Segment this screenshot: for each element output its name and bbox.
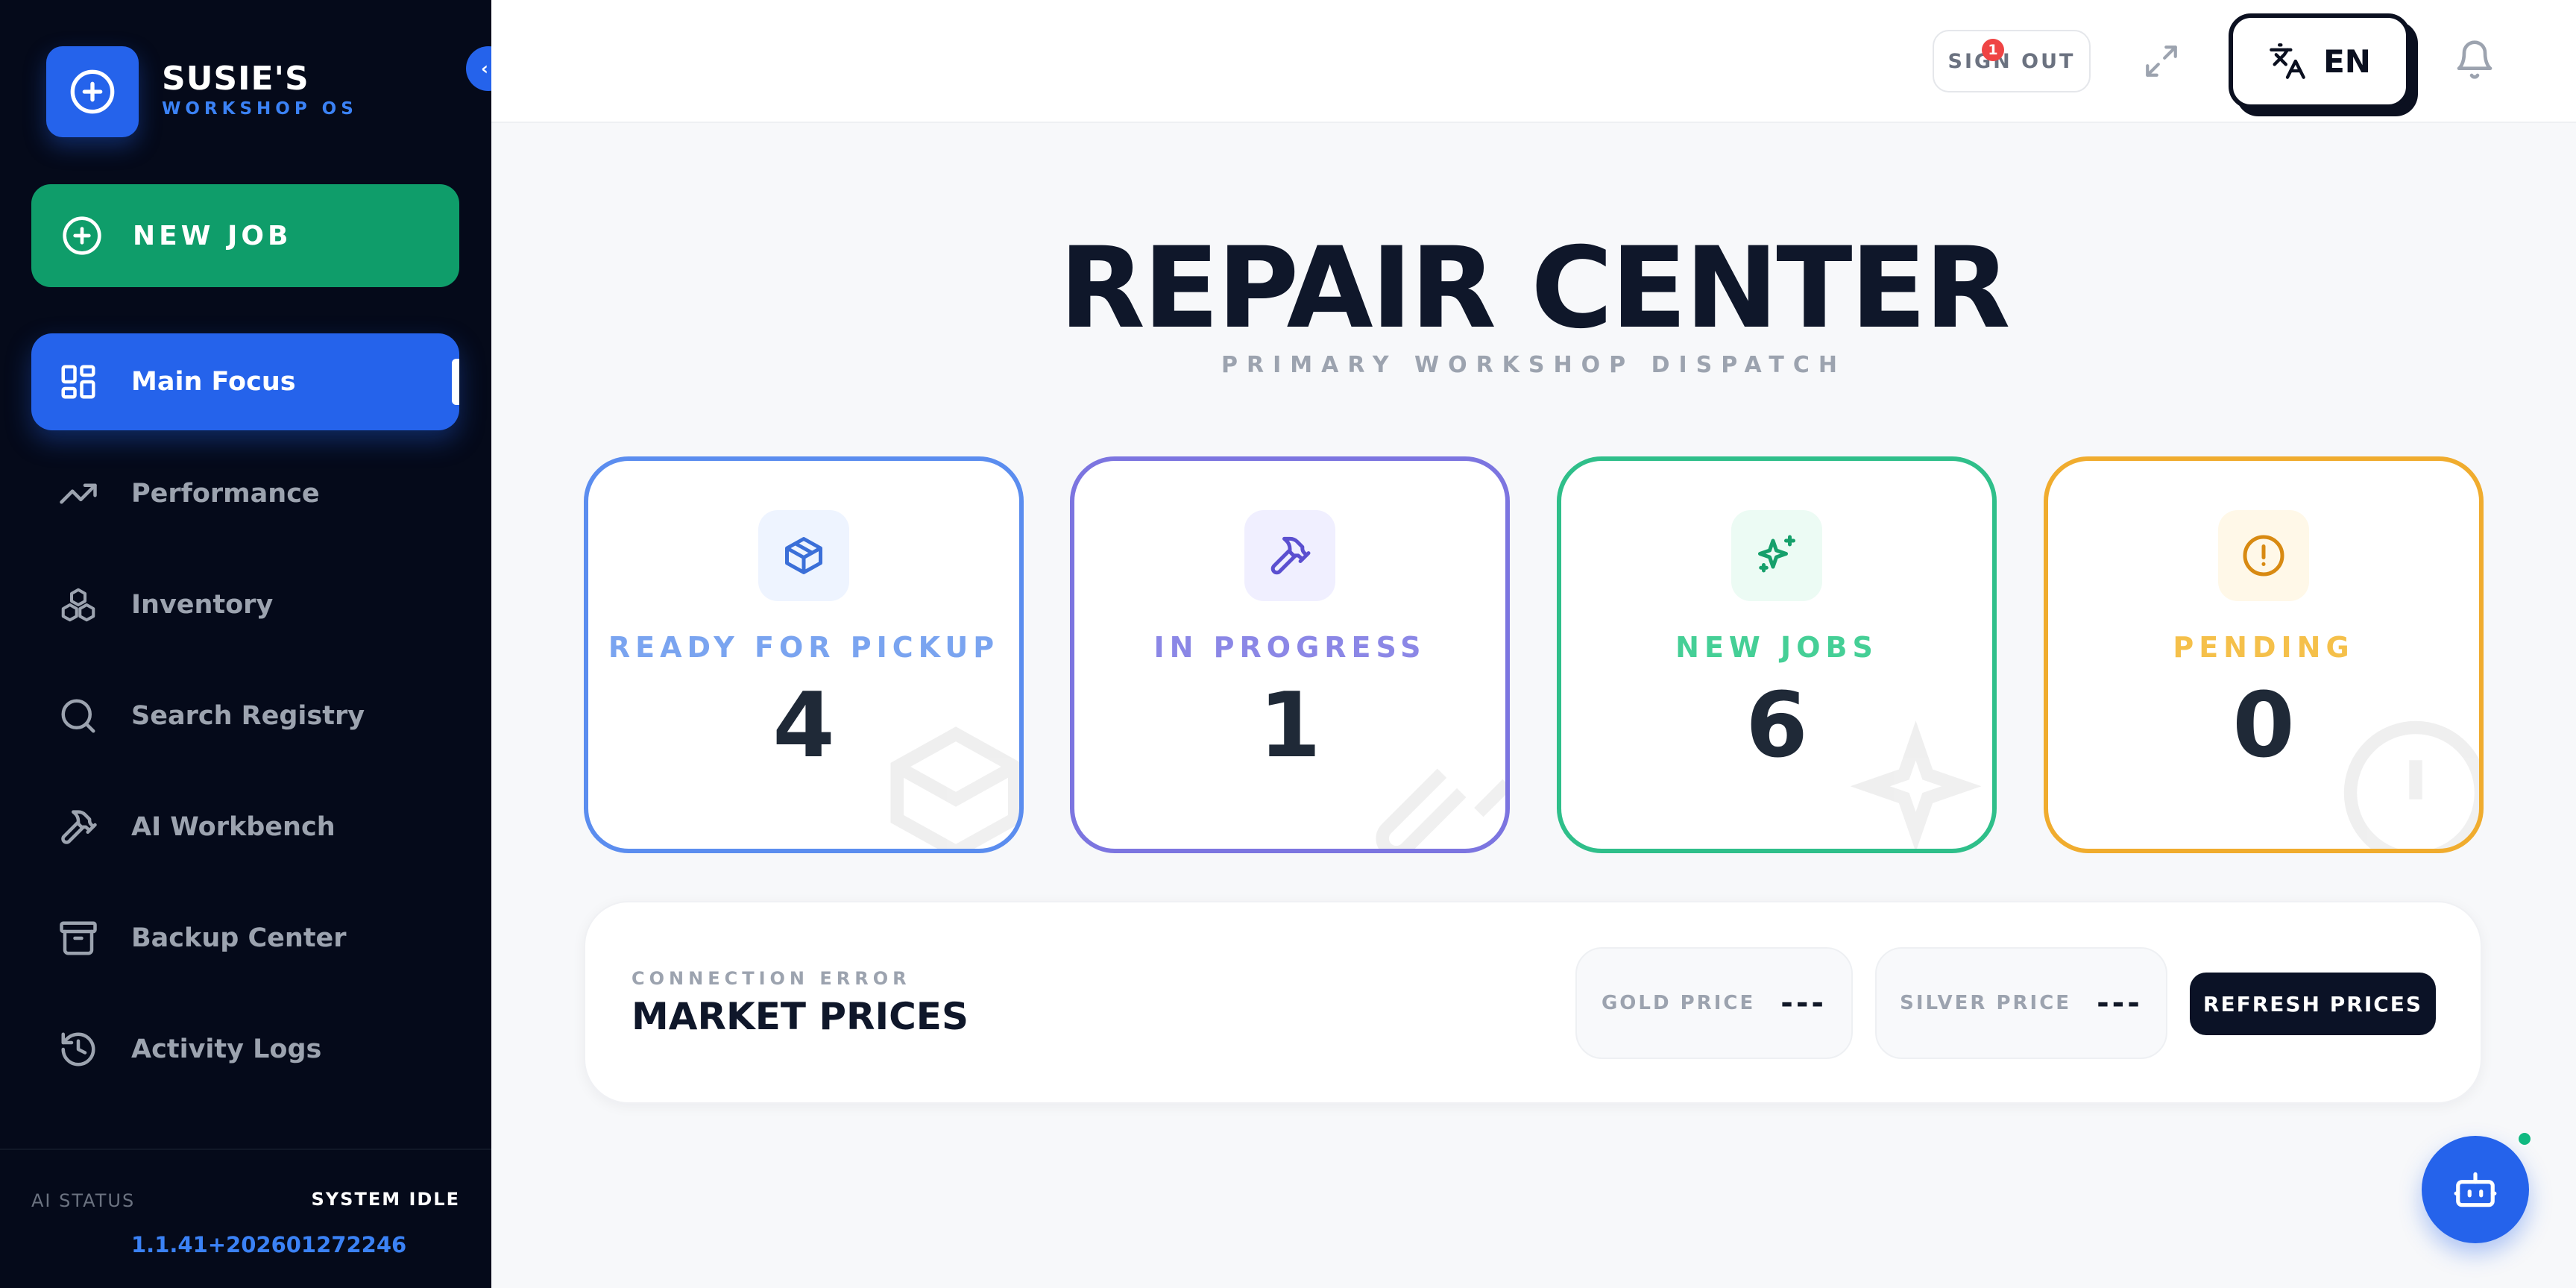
card-label: NEW JOBS [1675,631,1878,664]
chevron-left-icon: ‹ [481,58,488,79]
sidebar-item-label: Search Registry [131,701,365,731]
hammer-icon [61,810,97,844]
card-icon-wrap [758,510,849,601]
boxes-icon [61,588,95,622]
sidebar-item-label: AI Workbench [131,812,336,842]
sidebar-item-backup-center[interactable]: Backup Center [31,890,459,987]
market-status: CONNECTION ERROR [632,968,911,989]
sidebar-item-label: Inventory [131,590,274,620]
version-label: 1.1.41+202601272246 [131,1232,407,1257]
alert-watermark-icon [2343,720,2479,849]
new-job-label: NEW JOB [133,220,292,251]
sidebar-footer: AI STATUS SYSTEM IDLE 1.1.41+20260127224… [0,1149,491,1288]
logo[interactable] [46,46,139,137]
page-title: REPAIR CENTER [1059,224,2010,354]
card-icon-wrap [1244,510,1335,601]
sidebar-item-label: Activity Logs [131,1034,322,1064]
new-job-button[interactable]: NEW JOB [31,184,459,287]
sidebar-item-label: Backup Center [131,923,347,953]
hammer-icon [1270,536,1311,575]
brand-name: SUSIE'S [162,60,309,98]
card-icon-wrap [2218,510,2309,601]
silver-price-box: SILVER PRICE --- [1875,947,2167,1059]
gold-price-value: --- [1780,986,1827,1020]
stat-card-pending[interactable]: PENDING 0 [2044,456,2484,853]
history-icon [61,1032,95,1066]
translate-icon [2270,43,2305,79]
card-label: PENDING [2173,631,2355,664]
gold-price-label: GOLD PRICE [1601,992,1756,1014]
brand-subtitle: WORKSHOP OS [162,99,358,119]
top-header: SIGN OUT EN [491,0,2576,123]
gold-price-box: GOLD PRICE --- [1575,947,1853,1059]
sidebar: SUSIE'S WORKSHOP OS NEW JOB Main Focus P… [0,0,491,1288]
stat-card-in-progress[interactable]: IN PROGRESS 1 [1070,456,1510,853]
plus-circle-icon [63,216,101,255]
bot-icon [2454,1172,2497,1207]
alert-circle-icon [2243,535,2284,577]
sidebar-item-ai-workbench[interactable]: AI Workbench [31,779,459,876]
silver-price-label: SILVER PRICE [1900,992,2072,1014]
plus-circle-icon [70,69,115,114]
search-icon [61,699,95,733]
archive-icon [60,921,97,955]
ai-status-value: SYSTEM IDLE [311,1189,460,1210]
market-prices-panel: CONNECTION ERROR MARKET PRICES GOLD PRIC… [584,901,2482,1104]
sign-out-button[interactable]: SIGN OUT [1933,30,2091,92]
package-icon [785,537,822,574]
maximize-icon [2146,45,2177,77]
refresh-prices-button[interactable]: REFRESH PRICES [2190,973,2436,1035]
sparkles-icon [1758,535,1795,573]
notifications-button[interactable] [2454,39,2498,84]
stat-card-ready-for-pickup[interactable]: READY FOR PICKUP 4 [584,456,1024,853]
hammer-watermark-icon [1376,768,1505,849]
sidebar-item-performance[interactable]: Performance [31,445,459,542]
sidebar-item-main-focus[interactable]: Main Focus [31,333,459,430]
card-label: READY FOR PICKUP [608,631,1000,664]
bell-icon [2457,40,2492,79]
sidebar-item-activity-logs[interactable]: Activity Logs [31,1001,459,1098]
market-title: MARKET PRICES [632,995,969,1038]
grid-icon [61,365,95,399]
language-button[interactable]: EN [2229,13,2410,109]
card-label: IN PROGRESS [1153,631,1426,664]
silver-price-value: --- [2097,986,2143,1020]
sidebar-item-search-registry[interactable]: Search Registry [31,667,459,764]
card-icon-wrap [1731,510,1822,601]
sidebar-item-inventory[interactable]: Inventory [31,556,459,653]
fullscreen-button[interactable] [2139,39,2184,84]
ai-assistant-button[interactable] [2422,1136,2529,1243]
sidebar-item-label: Performance [131,479,320,509]
sparkles-watermark-icon [1851,720,1982,849]
trending-up-icon [60,483,97,504]
notification-badge: 1 [1982,39,2004,61]
stat-card-new-jobs[interactable]: NEW JOBS 6 [1557,456,1997,853]
ai-status-label: AI STATUS [31,1190,136,1211]
page-subtitle: PRIMARY WORKSHOP DISPATCH [1221,352,1846,378]
online-status-dot [2516,1131,2533,1147]
package-watermark-icon [890,726,1019,849]
active-indicator [452,359,459,405]
sidebar-item-label: Main Focus [131,367,296,397]
language-label: EN [2323,43,2371,80]
